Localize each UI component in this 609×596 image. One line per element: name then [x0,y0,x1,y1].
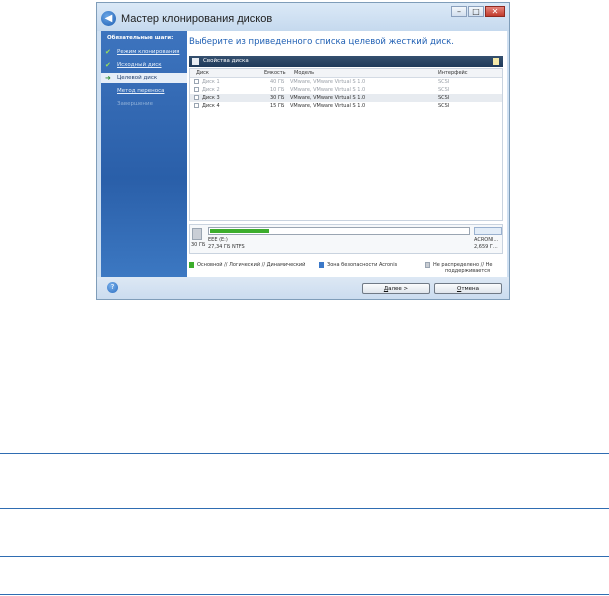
sidebar-item-finish: Завершение [101,99,187,109]
clone-disk-wizard-window: ◀ Мастер клонирования дисков – □ ✕ Обяза… [96,2,510,300]
window-controls: – □ ✕ [450,6,505,17]
cell-capacity: 15 ГБ [270,103,285,109]
back-arrow-icon[interactable]: ◀ [101,11,116,26]
help-icon[interactable]: ? [107,282,118,293]
row-checkbox [194,87,199,92]
checkmark-icon: ✔ [105,48,111,56]
disk-properties-bar[interactable]: Свойства диска [189,56,503,67]
cell-interface: SCSI [438,95,450,101]
rule-line [0,556,609,557]
rule-line [0,594,609,595]
checkmark-icon: ✔ [105,61,111,69]
cancel-button[interactable]: Отмена [434,283,502,294]
row-checkbox[interactable] [194,95,199,100]
notes-icon[interactable] [493,58,499,65]
disk-size: 30 ГБ [191,242,206,248]
sidebar-item-clone-mode[interactable]: ✔ Режим клонирования [101,47,187,57]
steps-sidebar: Обязательные шаги: ✔ Режим клонирования … [101,31,187,277]
table-row[interactable]: Диск 3 30 ГБ VMware, VMware Virtual S 1.… [190,94,502,102]
table-row: Диск 2 10 ГБ VMware, VMware Virtual S 1.… [190,86,502,94]
row-checkbox[interactable] [194,103,199,108]
sidebar-item-target-disk[interactable]: ➜ Целевой диск [101,73,187,83]
partition-used-fill [210,229,269,233]
acronis-zone-block[interactable] [474,227,502,235]
cancel-label: тмена [461,286,480,292]
column-disk[interactable]: Диск [196,70,209,76]
cell-disk: Диск 3 [202,95,220,101]
sidebar-item-transfer-method[interactable]: Метод переноса [101,86,187,96]
disk-properties-icon [192,58,199,65]
legend-primary: Основной // Логический // Динамический [197,262,306,268]
cell-disk: Диск 1 [202,79,220,85]
acronis-zone-size: 2,659 Г... [474,244,498,250]
table-row[interactable]: Диск 4 15 ГБ VMware, VMware Virtual S 1.… [190,102,502,110]
column-model[interactable]: Модель [294,70,314,76]
minimize-button[interactable]: – [451,6,467,17]
cell-disk: Диск 2 [202,87,220,93]
cell-disk: Диск 4 [202,103,220,109]
bottom-bar: ? Далее > Отмена [97,277,509,299]
cell-capacity: 30 ГБ [270,95,285,101]
table-row: Диск 1 40 ГБ VMware, VMware Virtual S 1.… [190,78,502,86]
disk-properties-label: Свойства диска [203,58,249,64]
partition-details: 27,34 ГБ NTFS [208,244,245,250]
cell-model: VMware, VMware Virtual S 1.0 [290,79,366,85]
rule-line [0,453,609,454]
cell-capacity: 10 ГБ [270,87,285,93]
cell-interface: SCSI [438,103,450,109]
cell-model: VMware, VMware Virtual S 1.0 [290,103,366,109]
cell-model: VMware, VMware Virtual S 1.0 [290,95,366,101]
cell-interface: SCSI [438,87,450,93]
partition-bar[interactable] [208,227,470,235]
rule-line [0,508,609,509]
acronis-swatch-icon [319,262,324,268]
unallocated-swatch-icon [425,262,430,268]
legend-unallocated-line2: поддерживается [445,268,491,274]
primary-swatch-icon [189,262,194,268]
sidebar-item-label: Целевой диск [117,75,158,81]
window-title: Мастер клонирования дисков [121,13,273,25]
disk-map: 30 ГБ EEE (E:) 27,34 ГБ NTFS ACRONI... 2… [189,224,503,254]
column-capacity[interactable]: Емкость [264,70,286,76]
table-header: Диск Емкость Модель Интерфейс [190,69,502,78]
sidebar-item-label: Режим клонирования [117,49,180,55]
close-button[interactable]: ✕ [485,6,505,17]
acronis-zone-info: ACRONI... 2,659 Г... [474,237,498,251]
cell-interface: SCSI [438,79,450,85]
partition-legend: Основной // Логический // Динамический З… [189,260,503,274]
sidebar-item-label: Исходный диск [117,62,162,68]
hard-disk-icon [192,228,202,240]
maximize-button[interactable]: □ [468,6,484,17]
title-bar: ◀ Мастер клонирования дисков – □ ✕ [97,3,509,31]
partition-info: EEE (E:) 27,34 ГБ NTFS [208,237,245,251]
cell-model: VMware, VMware Virtual S 1.0 [290,87,366,93]
disk-table: Диск Емкость Модель Интерфейс Диск 1 40 … [189,68,503,221]
cell-capacity: 40 ГБ [270,79,285,85]
page-heading: Выберите из приведенного списка целевой … [189,37,454,47]
sidebar-heading: Обязательные шаги: [107,35,174,41]
arrow-icon: ➜ [105,74,111,82]
row-checkbox [194,79,199,84]
next-label: алее > [388,286,409,292]
main-content: Выберите из приведенного списка целевой … [187,31,507,277]
legend-unallocated: Не распределено // Не поддерживается [433,262,492,274]
sidebar-item-source-disk[interactable]: ✔ Исходный диск [101,60,187,70]
partition-name: EEE (E:) [208,237,228,243]
acronis-zone-name: ACRONI... [474,237,499,243]
next-button[interactable]: Далее > [362,283,430,294]
column-interface[interactable]: Интерфейс [438,70,468,76]
sidebar-item-label: Завершение [117,101,153,107]
sidebar-item-label: Метод переноса [117,88,165,94]
legend-acronis: Зона безопасности Acronis [327,262,398,268]
